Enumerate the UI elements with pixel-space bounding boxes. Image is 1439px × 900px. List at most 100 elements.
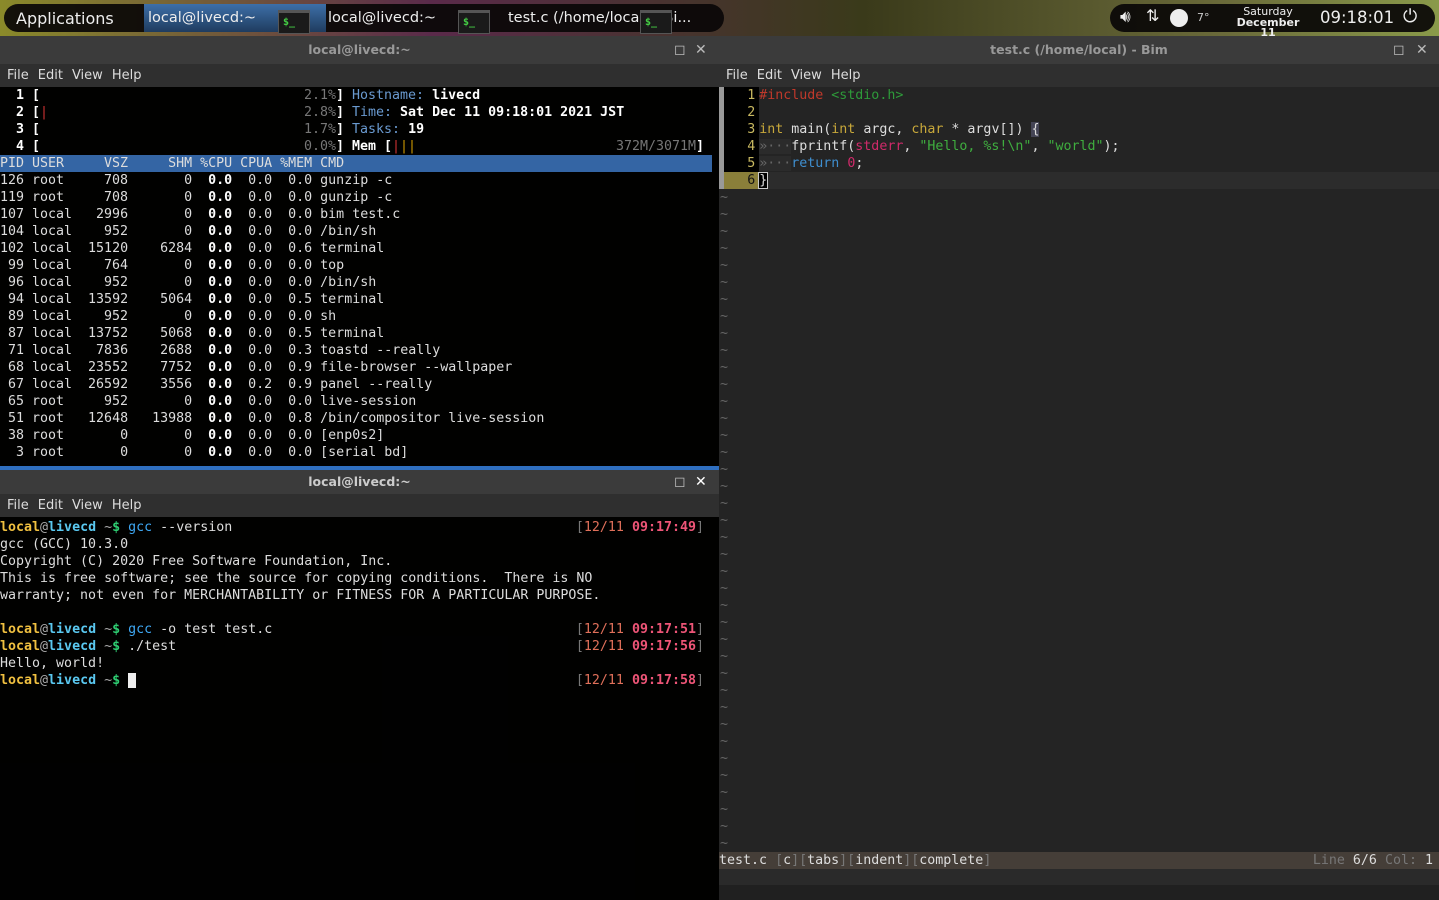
process-row[interactable]: 89 local 952 0 0.0 0.0 0.0 sh <box>0 308 712 325</box>
close-icon[interactable]: ✕ <box>695 470 707 494</box>
process-row[interactable]: 71 local 7836 2688 0.0 0.0 0.3 toastd --reall… <box>0 342 712 359</box>
menu-view[interactable]: View <box>72 68 103 83</box>
cell-cmd: [enp0s2] <box>320 428 385 443</box>
window-title[interactable]: local@livecd:~ <box>0 36 719 64</box>
code-token: »··· <box>759 156 792 171</box>
applications-menu[interactable]: Applications <box>16 9 114 28</box>
cell-pct-mem: 0.5 <box>288 326 313 341</box>
cell-cpua: 0.0 <box>248 309 273 324</box>
cell-shm: 0 <box>184 190 193 205</box>
cell-shm: 0 <box>184 394 193 409</box>
menu-edit[interactable]: Edit <box>38 498 63 513</box>
process-row[interactable]: 99 local 764 0 0.0 0.0 0.0 top <box>0 257 712 274</box>
window-title[interactable]: test.c (/home/local) - Bim <box>719 36 1439 64</box>
weather-icon[interactable] <box>1170 9 1188 27</box>
menu-help[interactable]: Help <box>112 498 142 513</box>
editor-area[interactable] <box>719 87 1439 852</box>
process-row[interactable]: 126 root 708 0 0.0 0.0 0.0 gunzip -c <box>0 172 712 189</box>
menu-file[interactable]: File <box>7 498 29 513</box>
code-token: int <box>759 122 784 137</box>
volume-icon[interactable]: 🔊︎ <box>1120 7 1131 27</box>
date: December 11 <box>1236 16 1300 39</box>
line-number: 5 <box>724 155 760 172</box>
timestamp-time: 09:17:56 <box>631 639 696 654</box>
menu-help[interactable]: Help <box>831 68 861 83</box>
cpu-percent: 0.0% <box>303 139 337 154</box>
timestamp-date: 12/11 <box>583 520 624 535</box>
cell-user: root <box>32 411 65 426</box>
cell-cpua: 0.0 <box>248 190 273 205</box>
menu-file[interactable]: File <box>7 68 29 83</box>
menu-file[interactable]: File <box>726 68 748 83</box>
close-icon[interactable]: ✕ <box>695 36 707 64</box>
line-number: 4 <box>724 138 760 155</box>
process-row[interactable]: 87 local 13752 5068 0.0 0.0 0.5 terminal <box>0 325 712 342</box>
maximize-icon[interactable]: ◻ <box>674 470 686 494</box>
menu-view[interactable]: View <box>72 498 103 513</box>
line-label: Line <box>1312 853 1345 868</box>
code-token: 0 <box>847 156 856 171</box>
cell-shm: 6284 <box>160 241 193 256</box>
cell-cmd: terminal <box>320 326 385 341</box>
mem-label: Mem [ <box>352 139 393 154</box>
close-icon[interactable]: ✕ <box>1416 36 1428 64</box>
cell-pct-cpu: 0.0 <box>208 190 233 205</box>
process-row[interactable]: 104 local 952 0 0.0 0.0 0.0 /bin/sh <box>0 223 712 240</box>
menu-edit[interactable]: Edit <box>38 68 63 83</box>
process-row[interactable]: 119 root 708 0 0.0 0.0 0.0 gunzip -c <box>0 189 712 206</box>
text-cursor[interactable] <box>128 673 137 688</box>
code-line: 5 »···return 0; <box>724 155 1439 172</box>
cell-user: root <box>32 394 65 409</box>
process-row[interactable]: 67 local 26592 3556 0.0 0.2 0.9 panel --reall… <box>0 376 712 393</box>
info-value: livecd <box>432 88 481 103</box>
code-token: <stdio.h> <box>831 88 904 103</box>
menu-help[interactable]: Help <box>112 68 142 83</box>
cell-cmd: /bin/compositor live-session <box>320 411 545 426</box>
status-bar: test.c [c][tabs][indent][complete] Line 6… <box>719 852 1439 869</box>
prompt-user: local <box>0 673 41 688</box>
maximize-icon[interactable]: ◻ <box>674 36 686 64</box>
info-label: Tasks: <box>352 122 401 137</box>
prompt-at: @ <box>40 520 49 535</box>
command-args: ./test <box>128 639 177 654</box>
timestamp-date: 12/11 <box>583 622 624 637</box>
timestamp: [12/11 09:17:56] <box>576 638 704 655</box>
process-row[interactable]: 38 root 0 0 0.0 0.0 0.0 [enp0s2] <box>0 427 712 444</box>
network-icon[interactable]: ⇅ <box>1146 6 1159 25</box>
cell-pct-mem: 0.0 <box>288 207 313 222</box>
cell-vsz: 7836 <box>96 343 129 358</box>
process-table-header[interactable]: PID USER VSZ SHM %CPU CPUA %MEM CMD <box>0 155 712 172</box>
bottom-terminal-window: local@livecd:~ ◻ ✕ File Edit View Help loca… <box>0 470 719 900</box>
process-row[interactable]: 68 local 23552 7752 0.0 0.0 0.9 file-browser … <box>0 359 712 376</box>
process-row[interactable]: 65 root 952 0 0.0 0.0 0.0 live-session <box>0 393 712 410</box>
window-title[interactable]: local@livecd:~ <box>0 470 719 494</box>
cpu-meter-row: 2 [| 2.8%] Time: Sat Dec 11 09:18:01 2021 … <box>0 104 712 121</box>
code-view[interactable]: 1 #include <stdio.h> 2 3 int main(int argc, … <box>724 87 1439 189</box>
prompt-user: local <box>0 622 41 637</box>
cell-pct-mem: 0.0 <box>288 445 313 460</box>
process-row[interactable]: 51 root 12648 13988 0.0 0.0 0.8 /bin/composit… <box>0 410 712 427</box>
cell-shm: 5068 <box>160 326 193 341</box>
cell-cpua: 0.0 <box>248 258 273 273</box>
terminal-output[interactable]: local@livecd ~$ gcc --version [12/11 09:1… <box>0 519 704 689</box>
maximize-icon[interactable]: ◻ <box>1393 36 1405 64</box>
weather-temp: 7° <box>1197 11 1210 24</box>
top-output[interactable]: 1 [2.1%] Hostname: livecd 2 [| 2.8%] Time: S… <box>0 87 712 461</box>
cell-pct-cpu: 0.0 <box>208 394 233 409</box>
menu-view[interactable]: View <box>791 68 822 83</box>
process-row[interactable]: 3 root 0 0 0.0 0.0 0.0 [serial bd] <box>0 444 712 461</box>
menu-edit[interactable]: Edit <box>757 68 782 83</box>
taskbar-item-terminal-2[interactable]: local@livecd:~ <box>324 4 454 32</box>
cell-shm: 0 <box>184 309 193 324</box>
date-display[interactable]: Saturday December 11 <box>1228 6 1308 39</box>
power-icon[interactable]: ⏻ <box>1403 6 1417 27</box>
meter-open: [ <box>32 88 41 103</box>
process-row[interactable]: 94 local 13592 5064 0.0 0.0 0.5 terminal <box>0 291 712 308</box>
cell-pid: 99 <box>8 258 25 273</box>
prompt-cwd: ~ <box>96 520 113 535</box>
process-row[interactable]: 96 local 952 0 0.0 0.0 0.0 /bin/sh <box>0 274 712 291</box>
output-text: Copyright (C) 2020 Free Software Foundat… <box>0 554 393 569</box>
process-row[interactable]: 102 local 15120 6284 0.0 0.0 0.6 terminal <box>0 240 712 257</box>
process-row[interactable]: 107 local 2996 0 0.0 0.0 0.0 bim test.c <box>0 206 712 223</box>
command-line[interactable] <box>719 869 1439 885</box>
